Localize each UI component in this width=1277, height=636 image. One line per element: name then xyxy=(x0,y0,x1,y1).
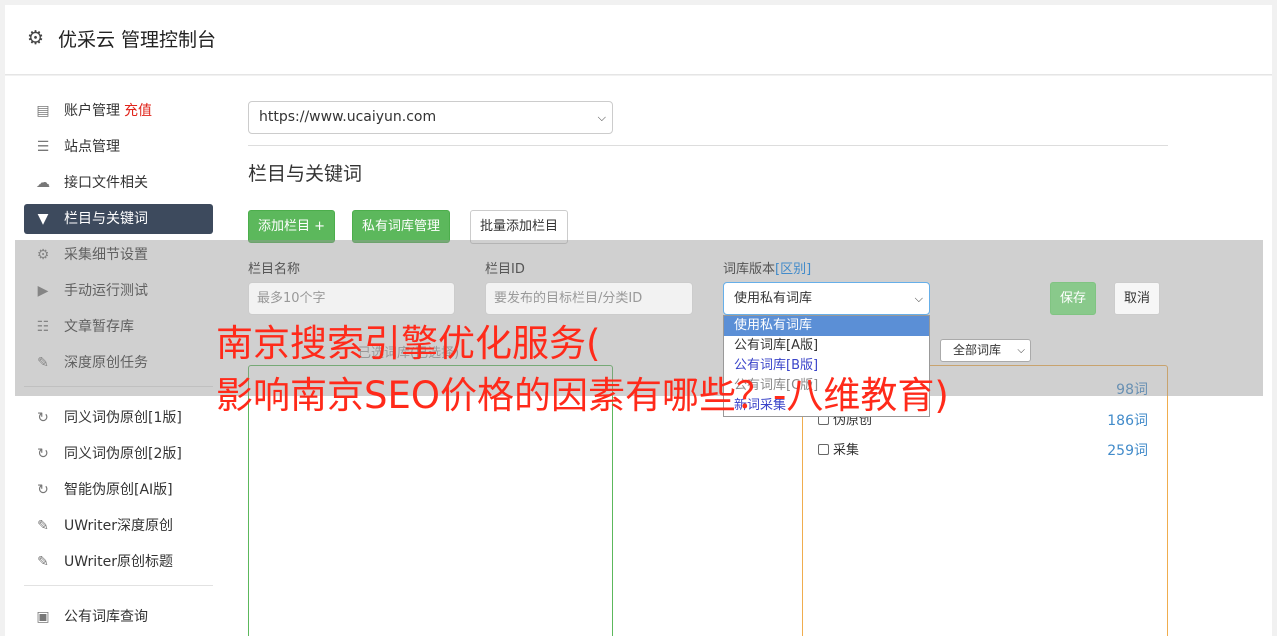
sidebar-item-label: 公有词库查询 xyxy=(64,609,148,625)
edit-icon: ✎ xyxy=(37,518,49,534)
sidebar-item-sites[interactable]: ☰ 站点管理 xyxy=(24,132,213,162)
column-name-input[interactable]: 最多10个字 xyxy=(248,282,455,315)
book-icon: ▣ xyxy=(36,609,50,625)
private-lib-button[interactable]: 私有词库管理 xyxy=(352,210,451,243)
filter-icon: ▼ xyxy=(37,211,49,227)
lib-version-value: 使用私有词库 xyxy=(734,291,813,306)
cloud-upload-icon: ☁ xyxy=(36,175,50,191)
lib-version-diff-link[interactable]: [区别] xyxy=(775,262,811,277)
sidebar-item-label: 站点管理 xyxy=(64,139,120,155)
library-count: 259词 xyxy=(1107,443,1148,459)
sidebar-item-ai-rewrite[interactable]: ↻ 智能伪原创[AI版] xyxy=(24,475,213,505)
watermark-line: 影响南京SEO价格的因素有哪些？-八维教育) xyxy=(216,374,949,417)
app-title: 优采云 管理控制台 xyxy=(58,29,217,51)
sidebar-item-label: 智能伪原创[AI版] xyxy=(64,482,173,498)
sidebar-item-columns-keywords[interactable]: ▼ 栏目与关键词 xyxy=(24,204,213,234)
site-select-value: https://www.ucaiyun.com xyxy=(259,109,437,125)
sidebar-item-api-files[interactable]: ☁ 接口文件相关 xyxy=(24,168,213,198)
refresh-icon: ↻ xyxy=(37,446,49,462)
site-select[interactable]: https://www.ucaiyun.com ⌵ xyxy=(248,101,613,134)
chevron-down-icon: ⌵ xyxy=(914,292,923,305)
refresh-icon: ↻ xyxy=(37,410,49,426)
sidebar-item-label: 栏目与关键词 xyxy=(64,211,148,227)
sidebar-item-synonym-v2[interactable]: ↻ 同义词伪原创[2版] xyxy=(24,439,213,469)
watermark-line: 南京搜索引擎优化服务( xyxy=(216,322,601,365)
lib-version-select[interactable]: 使用私有词库 ⌵ xyxy=(723,282,930,315)
sidebar-item-label: 同义词伪原创[1版] xyxy=(64,410,182,426)
section-title: 栏目与关键词 xyxy=(248,163,363,185)
recharge-link[interactable]: 充值 xyxy=(124,103,152,119)
sidebar-item-account[interactable]: ▤ 账户管理 充值 xyxy=(24,96,213,126)
save-button[interactable]: 保存 xyxy=(1050,282,1097,315)
divider xyxy=(248,145,1168,146)
library-name: 采集 xyxy=(833,443,860,458)
refresh-icon: ↻ xyxy=(37,482,49,498)
gear-icon[interactable]: ⚙ xyxy=(27,27,49,49)
sidebar-divider xyxy=(24,585,213,586)
server-icon: ☰ xyxy=(36,139,50,155)
column-id-input[interactable]: 要发布的目标栏目/分类ID xyxy=(485,282,693,315)
sidebar-item-label: UWriter深度原创 xyxy=(64,518,173,534)
sidebar-item-label: 账户管理 xyxy=(64,103,120,119)
watermark-title: 南京搜索引擎优化服务( 影响南京SEO价格的因素有哪些？-八维教育) xyxy=(216,318,1216,422)
bar-chart-icon: ▤ xyxy=(36,103,50,119)
edit-icon: ✎ xyxy=(37,554,49,570)
sidebar-item-label: 接口文件相关 xyxy=(64,175,148,191)
lib-version-label-text: 词库版本 xyxy=(723,262,776,277)
column-name-label: 栏目名称 xyxy=(248,262,301,277)
lib-version-label: 词库版本[区别] xyxy=(723,262,811,278)
batch-add-button[interactable]: 批量添加栏目 xyxy=(470,210,569,244)
library-checkbox[interactable] xyxy=(818,444,829,455)
library-row[interactable]: 采集 259词 xyxy=(818,441,1148,461)
sidebar-item-synonym-v1[interactable]: ↻ 同义词伪原创[1版] xyxy=(24,403,213,433)
sidebar-item-label: 同义词伪原创[2版] xyxy=(64,446,182,462)
chevron-down-icon: ⌵ xyxy=(597,111,606,124)
app-header: ⚙ 优采云 管理控制台 xyxy=(5,5,1272,75)
sidebar-item-uwriter-deep[interactable]: ✎ UWriter深度原创 xyxy=(24,511,213,541)
sidebar-item-label: UWriter原创标题 xyxy=(64,554,173,570)
add-column-button[interactable]: 添加栏目 + xyxy=(248,210,336,243)
sidebar-item-uwriter-title[interactable]: ✎ UWriter原创标题 xyxy=(24,547,213,577)
cancel-button[interactable]: 取消 xyxy=(1114,282,1161,315)
column-id-label: 栏目ID xyxy=(485,262,525,277)
sidebar-item-public-lib[interactable]: ▣ 公有词库查询 xyxy=(24,602,213,632)
